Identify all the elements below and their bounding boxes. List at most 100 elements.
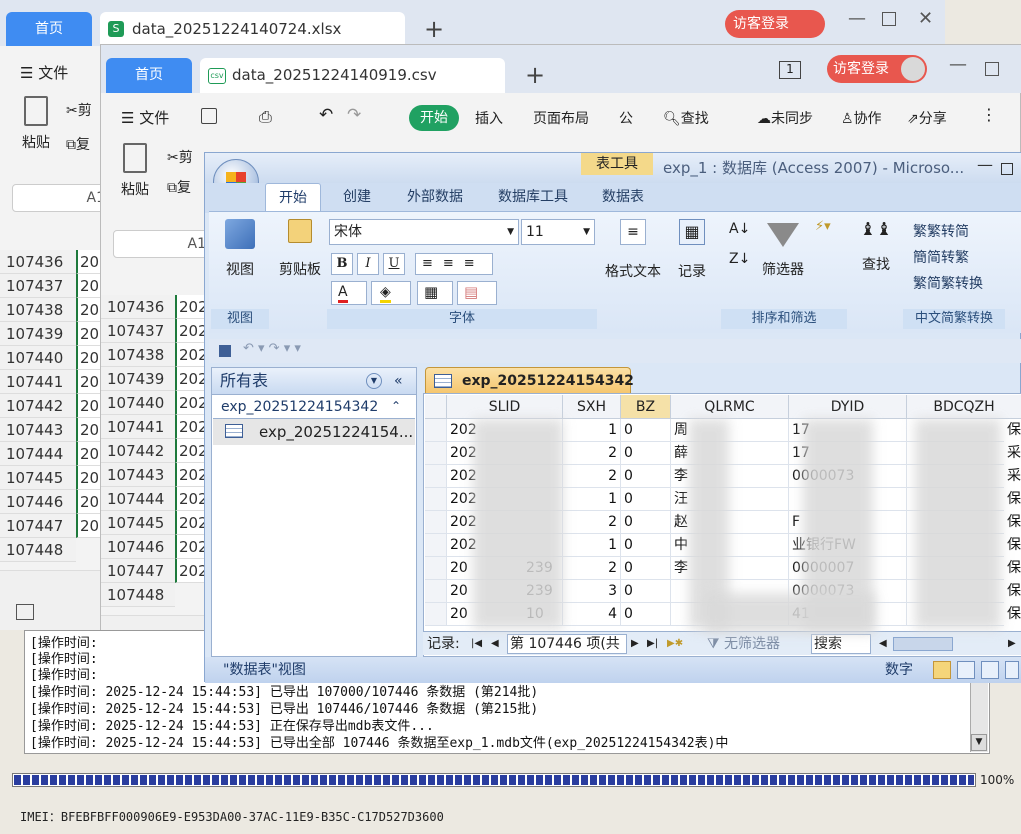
column-header-bdcqzh[interactable]: BDCQZH: [907, 395, 1021, 419]
font-name-select[interactable]: 宋体 ▼: [329, 219, 519, 245]
wps-front-guest-button[interactable]: 访客登录: [827, 55, 927, 83]
table-cell[interactable]: 0: [621, 442, 671, 465]
filter-button[interactable]: 筛选器: [755, 219, 811, 279]
wps-back-file-tab[interactable]: S data_20251224140724.xlsx: [100, 12, 405, 46]
share-button[interactable]: ⇗分享: [907, 108, 947, 128]
table-cell[interactable]: 0: [621, 534, 671, 557]
search-button[interactable]: 🔍︎查找: [663, 108, 709, 128]
column-header-dyid[interactable]: DYID: [789, 395, 907, 419]
maximize-icon[interactable]: [1001, 163, 1013, 175]
tab-insert[interactable]: 插入: [475, 108, 503, 128]
wps-back-cut[interactable]: ✂剪: [66, 100, 92, 120]
wps-front-copy[interactable]: ⧉复: [167, 177, 191, 197]
alt-row-color-button[interactable]: ▤: [457, 281, 497, 305]
more-icon[interactable]: ⋮: [981, 105, 997, 124]
collapse-icon[interactable]: «: [394, 368, 403, 394]
row-selector[interactable]: [425, 488, 447, 511]
column-header-qlrmc[interactable]: QLRMC: [671, 395, 789, 419]
row-selector[interactable]: [425, 442, 447, 465]
fill-color-button[interactable]: ◈: [371, 281, 411, 305]
align-left-button[interactable]: ≡≡≡: [415, 253, 493, 275]
wps-front-cut[interactable]: ✂剪: [167, 147, 193, 167]
minimize-icon[interactable]: —: [977, 155, 993, 174]
table-cell-tail[interactable]: 保: [1004, 580, 1021, 603]
to-traditional-button[interactable]: 繁繁转简: [913, 221, 969, 241]
collapse-group-icon[interactable]: ⌃: [391, 399, 401, 413]
underline-button[interactable]: U: [383, 253, 405, 275]
table-cell[interactable]: 0: [621, 488, 671, 511]
table-cell[interactable]: 2: [563, 465, 621, 488]
tab-4[interactable]: 数据表: [589, 183, 657, 211]
tab-2[interactable]: 外部数据: [395, 183, 475, 211]
tab-3[interactable]: 数据库工具: [481, 183, 585, 211]
column-header-slid[interactable]: SLID: [447, 395, 563, 419]
clipboard-button[interactable]: 剪贴板: [275, 219, 325, 279]
sort-desc-icon[interactable]: Z↓: [729, 251, 750, 267]
maximize-icon[interactable]: [882, 12, 896, 26]
sheet-icon[interactable]: [16, 604, 34, 620]
table-cell-tail[interactable]: 保: [1004, 534, 1021, 557]
table-cell[interactable]: 0: [621, 419, 671, 442]
table-cell-tail[interactable]: 采: [1004, 442, 1021, 465]
table-cell[interactable]: 0: [621, 580, 671, 603]
table-cell-tail[interactable]: 保: [1004, 419, 1021, 442]
undo-icon[interactable]: ↶: [319, 105, 333, 125]
filter-options-icon[interactable]: ⚡▾: [815, 219, 831, 234]
wps-front-cell-ref[interactable]: A1: [113, 230, 213, 258]
wps-front-menu-file[interactable]: ☰ 文件: [121, 107, 169, 128]
pivot-chart-icon[interactable]: [981, 661, 999, 679]
plus-icon[interactable]: +: [424, 15, 444, 43]
font-size-select[interactable]: 11 ▼: [521, 219, 595, 245]
hscroll-right-icon[interactable]: ▶: [1008, 632, 1016, 656]
hscroll-left-icon[interactable]: ◀: [879, 632, 887, 656]
table-cell-tail[interactable]: 保: [1004, 511, 1021, 534]
nav-group-header[interactable]: exp_20251224154342 ⌃: [213, 399, 415, 419]
find-button[interactable]: ♝♝ 查找: [855, 219, 897, 274]
view-button[interactable]: 视图: [217, 219, 263, 279]
collab-button[interactable]: ♙协作: [841, 108, 882, 128]
wps-front-file-tab[interactable]: csv data_20251224140919.csv: [200, 58, 505, 93]
row-selector[interactable]: [425, 534, 447, 557]
gridlines-button[interactable]: ▦: [417, 281, 453, 305]
records-button[interactable]: ▦ 记录: [669, 219, 715, 281]
table-cell-tail[interactable]: 保: [1004, 557, 1021, 580]
scroll-down-icon[interactable]: ▼: [971, 734, 987, 751]
wps-back-home-tab[interactable]: 首页: [6, 12, 92, 46]
new-record-icon[interactable]: ▶✱: [667, 632, 683, 656]
maximize-icon[interactable]: [985, 62, 999, 76]
tab-0[interactable]: 开始: [265, 183, 321, 211]
tab-start[interactable]: 开始: [409, 105, 459, 131]
wps-back-menu-file[interactable]: ☰ 文件: [20, 62, 68, 83]
wps-front-paste[interactable]: 粘贴: [115, 143, 155, 199]
column-header-sxh[interactable]: SXH: [563, 395, 621, 419]
table-cell[interactable]: 0: [621, 557, 671, 580]
prev-record-icon[interactable]: ◀: [491, 632, 499, 656]
italic-button[interactable]: I: [357, 253, 379, 275]
last-record-icon[interactable]: ▶|: [647, 632, 658, 656]
row-selector[interactable]: [425, 465, 447, 488]
hscroll-thumb[interactable]: [893, 637, 953, 651]
close-icon[interactable]: ✕: [918, 8, 933, 29]
row-selector[interactable]: [425, 580, 447, 603]
first-record-icon[interactable]: |◀: [471, 632, 482, 656]
rich-text-button[interactable]: ≡ 格式文本: [601, 219, 665, 281]
tab-formula[interactable]: 公: [619, 108, 633, 128]
table-cell[interactable]: 2: [563, 442, 621, 465]
design-view-icon[interactable]: [1005, 661, 1019, 679]
search-box[interactable]: 搜索: [811, 634, 871, 654]
sort-asc-icon[interactable]: A↓: [729, 221, 750, 237]
record-position[interactable]: 第 107446 项(共: [507, 634, 627, 654]
font-color-button[interactable]: A: [331, 281, 367, 305]
table-cell[interactable]: 2: [563, 511, 621, 534]
datasheet-view-icon[interactable]: [933, 661, 951, 679]
wps-front-home-tab[interactable]: 首页: [106, 58, 192, 93]
table-cell[interactable]: 1: [563, 534, 621, 557]
row-selector[interactable]: [425, 511, 447, 534]
print-icon[interactable]: ⎙: [259, 107, 272, 127]
tab-1[interactable]: 创建: [325, 183, 389, 211]
save-icon[interactable]: [219, 345, 231, 357]
table-cell-tail[interactable]: 保: [1004, 488, 1021, 511]
table-cell-tail[interactable]: 保: [1004, 603, 1021, 626]
to-simplified-button[interactable]: 簡简转繁: [913, 247, 969, 267]
plus-icon[interactable]: +: [525, 61, 545, 89]
